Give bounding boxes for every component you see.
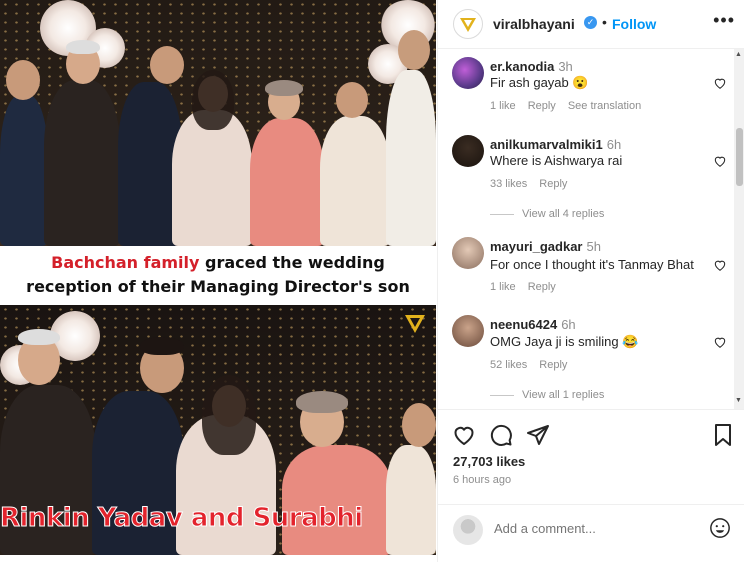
author-username[interactable]: viralbhayani bbox=[493, 16, 575, 32]
current-user-avatar bbox=[453, 515, 483, 545]
comments-list[interactable]: er.kanodia 3h Fir ash gayab 😮 1 like Reply… bbox=[438, 49, 733, 409]
comment-time: 3h bbox=[558, 59, 573, 74]
scrollbar-thumb[interactable] bbox=[736, 128, 743, 186]
save-bookmark-icon[interactable] bbox=[711, 423, 735, 447]
commenter-username[interactable]: anilkumarvalmiki1 bbox=[490, 137, 603, 152]
caption-line-1: Bachchan family graced the wedding bbox=[51, 253, 385, 272]
post-header: viralbhayani ✓ • Follow ••• bbox=[438, 0, 744, 49]
photo-caption-band: Bachchan family graced the wedding recep… bbox=[0, 246, 436, 305]
comment-like-heart-icon[interactable] bbox=[713, 335, 727, 349]
comments-scrollbar[interactable] bbox=[734, 49, 744, 409]
comment-meta: 33 likes Reply bbox=[490, 178, 579, 190]
see-translation-button[interactable]: See translation bbox=[568, 100, 641, 112]
add-comment-row bbox=[438, 504, 744, 555]
author-avatar[interactable] bbox=[453, 9, 483, 39]
caption-line-2: reception of their Managing Director's s… bbox=[26, 277, 410, 296]
add-comment-input[interactable] bbox=[494, 521, 694, 536]
view-replies-button[interactable]: View all 1 replies bbox=[490, 389, 604, 401]
comment-meta: 52 likes Reply bbox=[490, 359, 579, 371]
post-image[interactable]: Bachchan family graced the wedding recep… bbox=[0, 0, 436, 555]
commenter-avatar[interactable] bbox=[452, 57, 484, 89]
comment-time: 5h bbox=[586, 239, 601, 254]
scroll-down-arrow-icon[interactable]: ▼ bbox=[735, 397, 742, 404]
photo-top-panel bbox=[0, 0, 436, 246]
comment-time: 6h bbox=[606, 137, 622, 152]
comment-like-heart-icon[interactable] bbox=[713, 76, 727, 90]
reply-button[interactable]: Reply bbox=[528, 281, 556, 293]
verified-badge-icon: ✓ bbox=[584, 16, 597, 29]
commenter-avatar[interactable] bbox=[452, 237, 484, 269]
comment-meta: 1 like Reply bbox=[490, 281, 568, 293]
comment-likes[interactable]: 1 like bbox=[490, 281, 516, 293]
reply-button[interactable]: Reply bbox=[539, 178, 567, 190]
comment-likes[interactable]: 52 likes bbox=[490, 359, 527, 371]
comment-time: 6h bbox=[561, 317, 576, 332]
commenter-username[interactable]: neenu6424 bbox=[490, 317, 557, 332]
commenter-avatar[interactable] bbox=[452, 315, 484, 347]
comment-text: Fir ash gayab 😮 bbox=[490, 75, 589, 90]
share-send-icon[interactable] bbox=[526, 423, 550, 447]
more-options-icon[interactable]: ••• bbox=[713, 10, 735, 31]
comment-like-heart-icon[interactable] bbox=[713, 258, 727, 272]
reply-button[interactable]: Reply bbox=[539, 359, 567, 371]
viral-bhayani-logo-icon bbox=[405, 315, 425, 333]
comment-meta: 1 like Reply See translation bbox=[490, 100, 653, 112]
comment-bubble-icon[interactable] bbox=[489, 423, 513, 447]
post-sidebar: viralbhayani ✓ • Follow ••• er.kanodia 3h… bbox=[437, 0, 744, 562]
comment-like-heart-icon[interactable] bbox=[713, 154, 727, 168]
post-timestamp: 6 hours ago bbox=[453, 474, 512, 486]
comment-text: For once I thought it's Tanmay Bhat bbox=[490, 257, 694, 272]
likes-count[interactable]: 27,703 likes bbox=[453, 454, 525, 469]
caption-highlight: Bachchan family bbox=[51, 253, 200, 272]
commenter-username[interactable]: mayuri_gadkar bbox=[490, 239, 583, 254]
view-replies-button[interactable]: View all 4 replies bbox=[490, 208, 604, 220]
reply-button[interactable]: Reply bbox=[528, 100, 556, 112]
follow-button[interactable]: Follow bbox=[612, 16, 656, 32]
names-overlay: Rinkin Yadav and Surabhi bbox=[0, 503, 364, 534]
comment-text: Where is Aishwarya rai bbox=[490, 153, 623, 168]
like-heart-icon[interactable] bbox=[452, 423, 476, 447]
viral-bhayani-avatar-icon bbox=[460, 18, 476, 32]
commenter-avatar[interactable] bbox=[452, 135, 484, 167]
post-actions: 27,703 likes 6 hours ago bbox=[438, 409, 744, 505]
commenter-username[interactable]: er.kanodia bbox=[490, 59, 554, 74]
emoji-picker-icon[interactable] bbox=[709, 517, 731, 539]
separator-dot: • bbox=[602, 14, 607, 30]
comment-likes[interactable]: 1 like bbox=[490, 100, 516, 112]
comment-text: OMG Jaya ji is smiling 😂 bbox=[490, 334, 639, 349]
scroll-up-arrow-icon[interactable]: ▲ bbox=[735, 51, 742, 58]
comment-likes[interactable]: 33 likes bbox=[490, 178, 527, 190]
